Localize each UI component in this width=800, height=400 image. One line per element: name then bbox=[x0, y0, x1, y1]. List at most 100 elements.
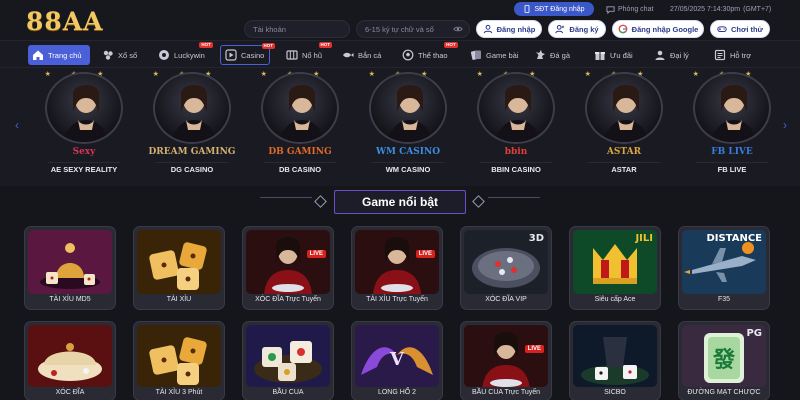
section-title: Game nổi bật bbox=[334, 190, 466, 214]
game-card[interactable]: SICBO bbox=[569, 321, 661, 400]
dice-icon bbox=[137, 230, 221, 294]
game-title: ĐƯỜNG MẠT CHƯỢC bbox=[687, 389, 761, 396]
game-card[interactable]: JILI Siêu cấp Ace bbox=[569, 226, 661, 310]
nav-item-card-games[interactable]: Game bài bbox=[466, 45, 523, 65]
dealer-silhouette-icon bbox=[63, 85, 109, 142]
username-field[interactable] bbox=[244, 20, 350, 38]
username-input[interactable] bbox=[253, 24, 341, 34]
site-logo[interactable]: 88AA bbox=[26, 7, 104, 36]
provider-tile[interactable]: ★★★FB LIVEFB LIVE bbox=[688, 71, 776, 182]
game-card[interactable]: TÀI XỈU 3 Phút bbox=[133, 321, 225, 400]
game-card[interactable]: LIVE XÓC ĐĨA Trực Tuyến bbox=[242, 226, 334, 310]
provider-name: DG CASINO bbox=[170, 165, 214, 174]
sports-icon bbox=[402, 49, 414, 61]
game-card[interactable]: 發 PG ĐƯỜNG MẠT CHƯỢC bbox=[678, 321, 770, 400]
nav-item-support[interactable]: Hỗ trợ bbox=[710, 45, 755, 65]
divider bbox=[696, 162, 768, 163]
main-nav: Trang chủ Xổ số Luckywin HOT Casino HOT … bbox=[0, 40, 800, 68]
nav-item-cockfight[interactable]: Đá gà bbox=[530, 45, 574, 65]
nav-item-luckywin[interactable]: Luckywin HOT bbox=[154, 42, 213, 65]
game-card[interactable]: TÀI XỈU MD5 bbox=[24, 226, 116, 310]
game-card[interactable]: LIVE TÀI XỈU Trực Tuyến bbox=[351, 226, 443, 310]
chat-support-label: Phòng chat bbox=[618, 5, 654, 13]
game-card[interactable]: LIVE BẦU CUA Trực Tuyến bbox=[460, 321, 552, 400]
top-header: 88AA SĐT Đăng nhập Phòng chat 27/05/2025… bbox=[0, 0, 800, 40]
divider bbox=[480, 162, 552, 163]
nav-item-promotions[interactable]: Ưu đãi bbox=[590, 45, 637, 65]
nav-item-fishing[interactable]: Bắn cá bbox=[338, 45, 385, 65]
nav-item-home[interactable]: Trang chủ bbox=[28, 45, 90, 65]
gamepad-icon bbox=[717, 26, 727, 32]
login-button[interactable]: Đăng nhập bbox=[476, 20, 542, 38]
password-field[interactable] bbox=[356, 20, 470, 38]
provider-tile[interactable]: ★★★ASTARASTAR bbox=[580, 71, 668, 182]
provider-tile[interactable]: ★★★DB GAMINGDB CASINO bbox=[256, 71, 344, 182]
game-title: BẦU CUA bbox=[272, 389, 304, 396]
password-input[interactable] bbox=[365, 24, 461, 34]
register-label: Đăng ký bbox=[569, 24, 599, 34]
sicbo-icon bbox=[573, 325, 657, 387]
phone-login-button[interactable]: SĐT Đăng nhập bbox=[514, 2, 594, 16]
provider-brand-logo: ASTAR bbox=[606, 147, 642, 157]
provider-name: WM CASINO bbox=[385, 165, 431, 174]
bowl-icon bbox=[28, 325, 112, 387]
rooster-icon bbox=[536, 50, 545, 59]
game-card[interactable]: TÀI XỈU bbox=[133, 226, 225, 310]
featured-games-section: Game nổi bật TÀI XỈU MD5 TÀI XỈU LIVE XÓC Đ… bbox=[0, 186, 800, 400]
provider-brand-logo: bbin bbox=[504, 147, 528, 157]
divider bbox=[588, 162, 660, 163]
live-badge: LIVE bbox=[306, 250, 326, 258]
nav-label: Thể thao bbox=[418, 50, 448, 60]
game-card[interactable]: BẦU CUA bbox=[242, 321, 334, 400]
provider-tile[interactable]: ★★★bbinBBIN CASINO bbox=[472, 71, 560, 182]
chat-icon bbox=[606, 5, 615, 14]
game-card[interactable]: XÓC ĐĨA bbox=[24, 321, 116, 400]
register-button[interactable]: Đăng ký bbox=[548, 20, 606, 38]
provider-brand-logo: DB GAMING bbox=[268, 147, 332, 157]
section-title-wrap: Game nổi bật bbox=[310, 190, 490, 214]
svg-text:發: 發 bbox=[712, 347, 735, 373]
divider bbox=[372, 162, 444, 163]
provider-tag: 3D bbox=[528, 233, 544, 244]
dragon-tiger-icon: V bbox=[355, 325, 439, 387]
provider-tile[interactable]: ★★★DREAM GAMINGDG CASINO bbox=[148, 71, 236, 182]
lottery-icon bbox=[103, 50, 113, 60]
login-label: Đăng nhập bbox=[496, 24, 536, 34]
game-title: LONG HỔ 2 bbox=[377, 389, 417, 396]
provider-brand-logo: Sexy bbox=[72, 147, 96, 157]
provider-tile[interactable]: ★★★WM CASINOWM CASINO bbox=[364, 71, 452, 182]
chat-support-link[interactable]: Phòng chat bbox=[606, 3, 653, 15]
dealer-portrait bbox=[369, 72, 447, 144]
game-card[interactable]: DISTANCE F35 bbox=[678, 226, 770, 310]
dice-icon bbox=[137, 325, 221, 387]
hot-badge: HOT bbox=[199, 42, 213, 48]
carousel-prev-arrow[interactable]: ‹ bbox=[12, 118, 22, 132]
play-trial-button[interactable]: Chơi thử bbox=[710, 20, 770, 38]
live-dealer-icon: LIVE bbox=[355, 230, 439, 294]
provider-name: DB CASINO bbox=[278, 165, 322, 174]
divider bbox=[48, 162, 120, 163]
nav-item-sports[interactable]: Thể thao HOT bbox=[398, 42, 458, 65]
show-password-icon[interactable] bbox=[453, 24, 463, 34]
carousel-next-arrow[interactable]: › bbox=[780, 118, 790, 132]
datetime-text: 27/05/2025 7:14:30pm bbox=[670, 5, 741, 13]
provider-tile[interactable]: ★★★SexyAE SEXY REALITY bbox=[40, 71, 128, 182]
game-title: TÀI XỈU MD5 bbox=[49, 296, 91, 303]
gift-icon bbox=[595, 52, 605, 60]
game-card[interactable]: 3D XÓC ĐĨA VIP bbox=[460, 226, 552, 310]
diamond-ornament bbox=[472, 195, 485, 208]
nav-item-agents[interactable]: Đại lý bbox=[650, 45, 693, 65]
title-divider-right bbox=[488, 197, 540, 198]
nav-label: Ưu đãi bbox=[610, 50, 633, 60]
nav-item-casino[interactable]: Casino HOT bbox=[220, 43, 275, 65]
live-badge: LIVE bbox=[524, 345, 544, 353]
bau-cua-icon bbox=[246, 325, 330, 387]
nav-item-lottery[interactable]: Xổ số bbox=[98, 45, 141, 65]
provider-brand-logo: WM CASINO bbox=[375, 147, 441, 157]
game-card[interactable]: V LONG HỔ 2 bbox=[351, 321, 443, 400]
play-trial-label: Chơi thử bbox=[730, 24, 763, 34]
phone-icon bbox=[525, 5, 530, 13]
nav-item-slots[interactable]: Nổ hũ HOT bbox=[282, 42, 333, 65]
game-title: TÀI XỈU Trực Tuyến bbox=[366, 296, 428, 303]
google-login-button[interactable]: Đăng nhập Google bbox=[612, 20, 704, 38]
